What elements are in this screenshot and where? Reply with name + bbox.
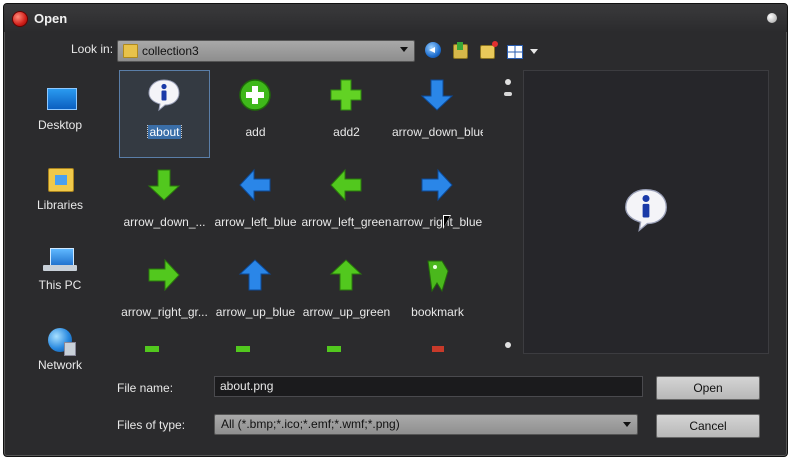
- place-label: This PC: [38, 278, 82, 292]
- file-item[interactable]: arrow_up_blue: [210, 250, 301, 338]
- file-label: arrow_down_blue: [392, 125, 483, 139]
- place-label: Desktop: [37, 118, 83, 132]
- partial-icon: [236, 346, 250, 352]
- file-label: arrow_up_blue: [215, 305, 296, 319]
- file-label: arrow_right_gr...: [121, 305, 208, 319]
- app-icon: [12, 11, 28, 27]
- bookmark-icon: [420, 258, 454, 292]
- chevron-down-icon: [400, 47, 408, 52]
- info-bubble-icon: [147, 78, 181, 112]
- arrow-up-blue-icon: [238, 258, 272, 292]
- plus-icon: [329, 78, 363, 112]
- this-pc-icon: [43, 248, 77, 271]
- file-label: arrow_right_blue: [392, 215, 483, 229]
- file-item[interactable]: arrow_right_gr...: [119, 250, 210, 338]
- back-icon[interactable]: [425, 42, 441, 58]
- file-item[interactable]: arrow_up_green: [301, 250, 392, 338]
- up-folder-icon[interactable]: [453, 42, 468, 59]
- look-in-label: Look in:: [71, 42, 114, 56]
- open-dialog: Open Look in: collection3 Desktop Librar…: [3, 3, 788, 457]
- place-libraries[interactable]: Libraries: [10, 148, 110, 218]
- file-type-label: Files of type:: [117, 418, 186, 432]
- partial-icon: [145, 346, 159, 352]
- file-label: add: [245, 125, 266, 139]
- mouse-cursor-icon: [443, 215, 451, 229]
- close-icon[interactable]: [767, 13, 777, 23]
- arrow-left-blue-icon: [238, 168, 272, 202]
- file-item[interactable]: arrow_down_blue: [392, 70, 483, 158]
- new-folder-icon[interactable]: [480, 41, 498, 59]
- view-menu-icon[interactable]: [507, 45, 523, 59]
- desktop-icon: [47, 88, 77, 110]
- arrow-right-blue-icon: [420, 168, 454, 202]
- places-bar: Desktop Libraries This PC Network: [10, 68, 110, 388]
- network-icon: [48, 328, 76, 356]
- title-bar[interactable]: Open: [4, 4, 787, 32]
- place-desktop[interactable]: Desktop: [10, 68, 110, 138]
- scroll-up-icon[interactable]: [505, 79, 511, 85]
- cancel-button[interactable]: Cancel: [656, 414, 760, 438]
- chevron-down-icon: [623, 422, 631, 427]
- info-bubble-icon: [623, 187, 669, 233]
- file-item[interactable]: bookmark: [392, 250, 483, 338]
- scroll-thumb[interactable]: [504, 92, 512, 96]
- file-type-dropdown[interactable]: All (*.bmp;*.ico;*.emf;*.wmf;*.png): [214, 414, 638, 435]
- open-button[interactable]: Open: [656, 376, 760, 400]
- place-label: Libraries: [36, 198, 84, 212]
- place-network[interactable]: Network: [10, 308, 110, 378]
- file-label: add2: [333, 125, 360, 139]
- window-title: Open: [34, 11, 68, 26]
- file-item[interactable]: arrow_right_blue: [392, 160, 483, 248]
- arrow-down-blue-icon: [420, 78, 454, 112]
- file-item[interactable]: add2: [301, 70, 392, 158]
- file-label: bookmark: [411, 305, 464, 319]
- file-label: arrow_up_green: [302, 305, 391, 319]
- file-item[interactable]: add: [210, 70, 301, 158]
- file-item[interactable]: arrow_left_blue: [210, 160, 301, 248]
- file-list[interactable]: about add add2 arrow_down_blue arrow_dow…: [117, 68, 501, 352]
- look-in-dropdown[interactable]: collection3: [117, 40, 415, 62]
- file-name-label: File name:: [117, 381, 174, 395]
- file-label: arrow_down_...: [123, 215, 206, 229]
- arrow-left-green-icon: [329, 168, 363, 202]
- preview-pane: [523, 70, 769, 354]
- place-label: Network: [37, 358, 82, 372]
- file-item[interactable]: arrow_down_...: [119, 160, 210, 248]
- file-list-scrollbar[interactable]: [503, 72, 513, 348]
- folder-icon: [123, 44, 138, 58]
- plus-circle-icon: [238, 78, 272, 112]
- scroll-down-icon[interactable]: [505, 342, 511, 348]
- partial-icon: [327, 346, 341, 352]
- file-item[interactable]: arrow_left_green: [301, 160, 392, 248]
- file-type-value: All (*.bmp;*.ico;*.emf;*.wmf;*.png): [221, 417, 400, 431]
- arrow-down-green-icon: [147, 168, 181, 202]
- file-name-input[interactable]: about.png: [214, 376, 643, 397]
- file-label: arrow_left_blue: [214, 215, 297, 229]
- arrow-up-green-icon: [329, 258, 363, 292]
- libraries-icon: [48, 168, 74, 192]
- partial-icon: [432, 346, 444, 352]
- place-this-pc[interactable]: This PC: [10, 228, 110, 298]
- view-menu-chevron-icon[interactable]: [530, 49, 538, 54]
- file-label: arrow_left_green: [301, 215, 392, 229]
- file-item[interactable]: about: [119, 70, 210, 158]
- file-label: about: [147, 125, 182, 139]
- look-in-value: collection3: [142, 44, 199, 58]
- arrow-right-green-icon: [147, 258, 181, 292]
